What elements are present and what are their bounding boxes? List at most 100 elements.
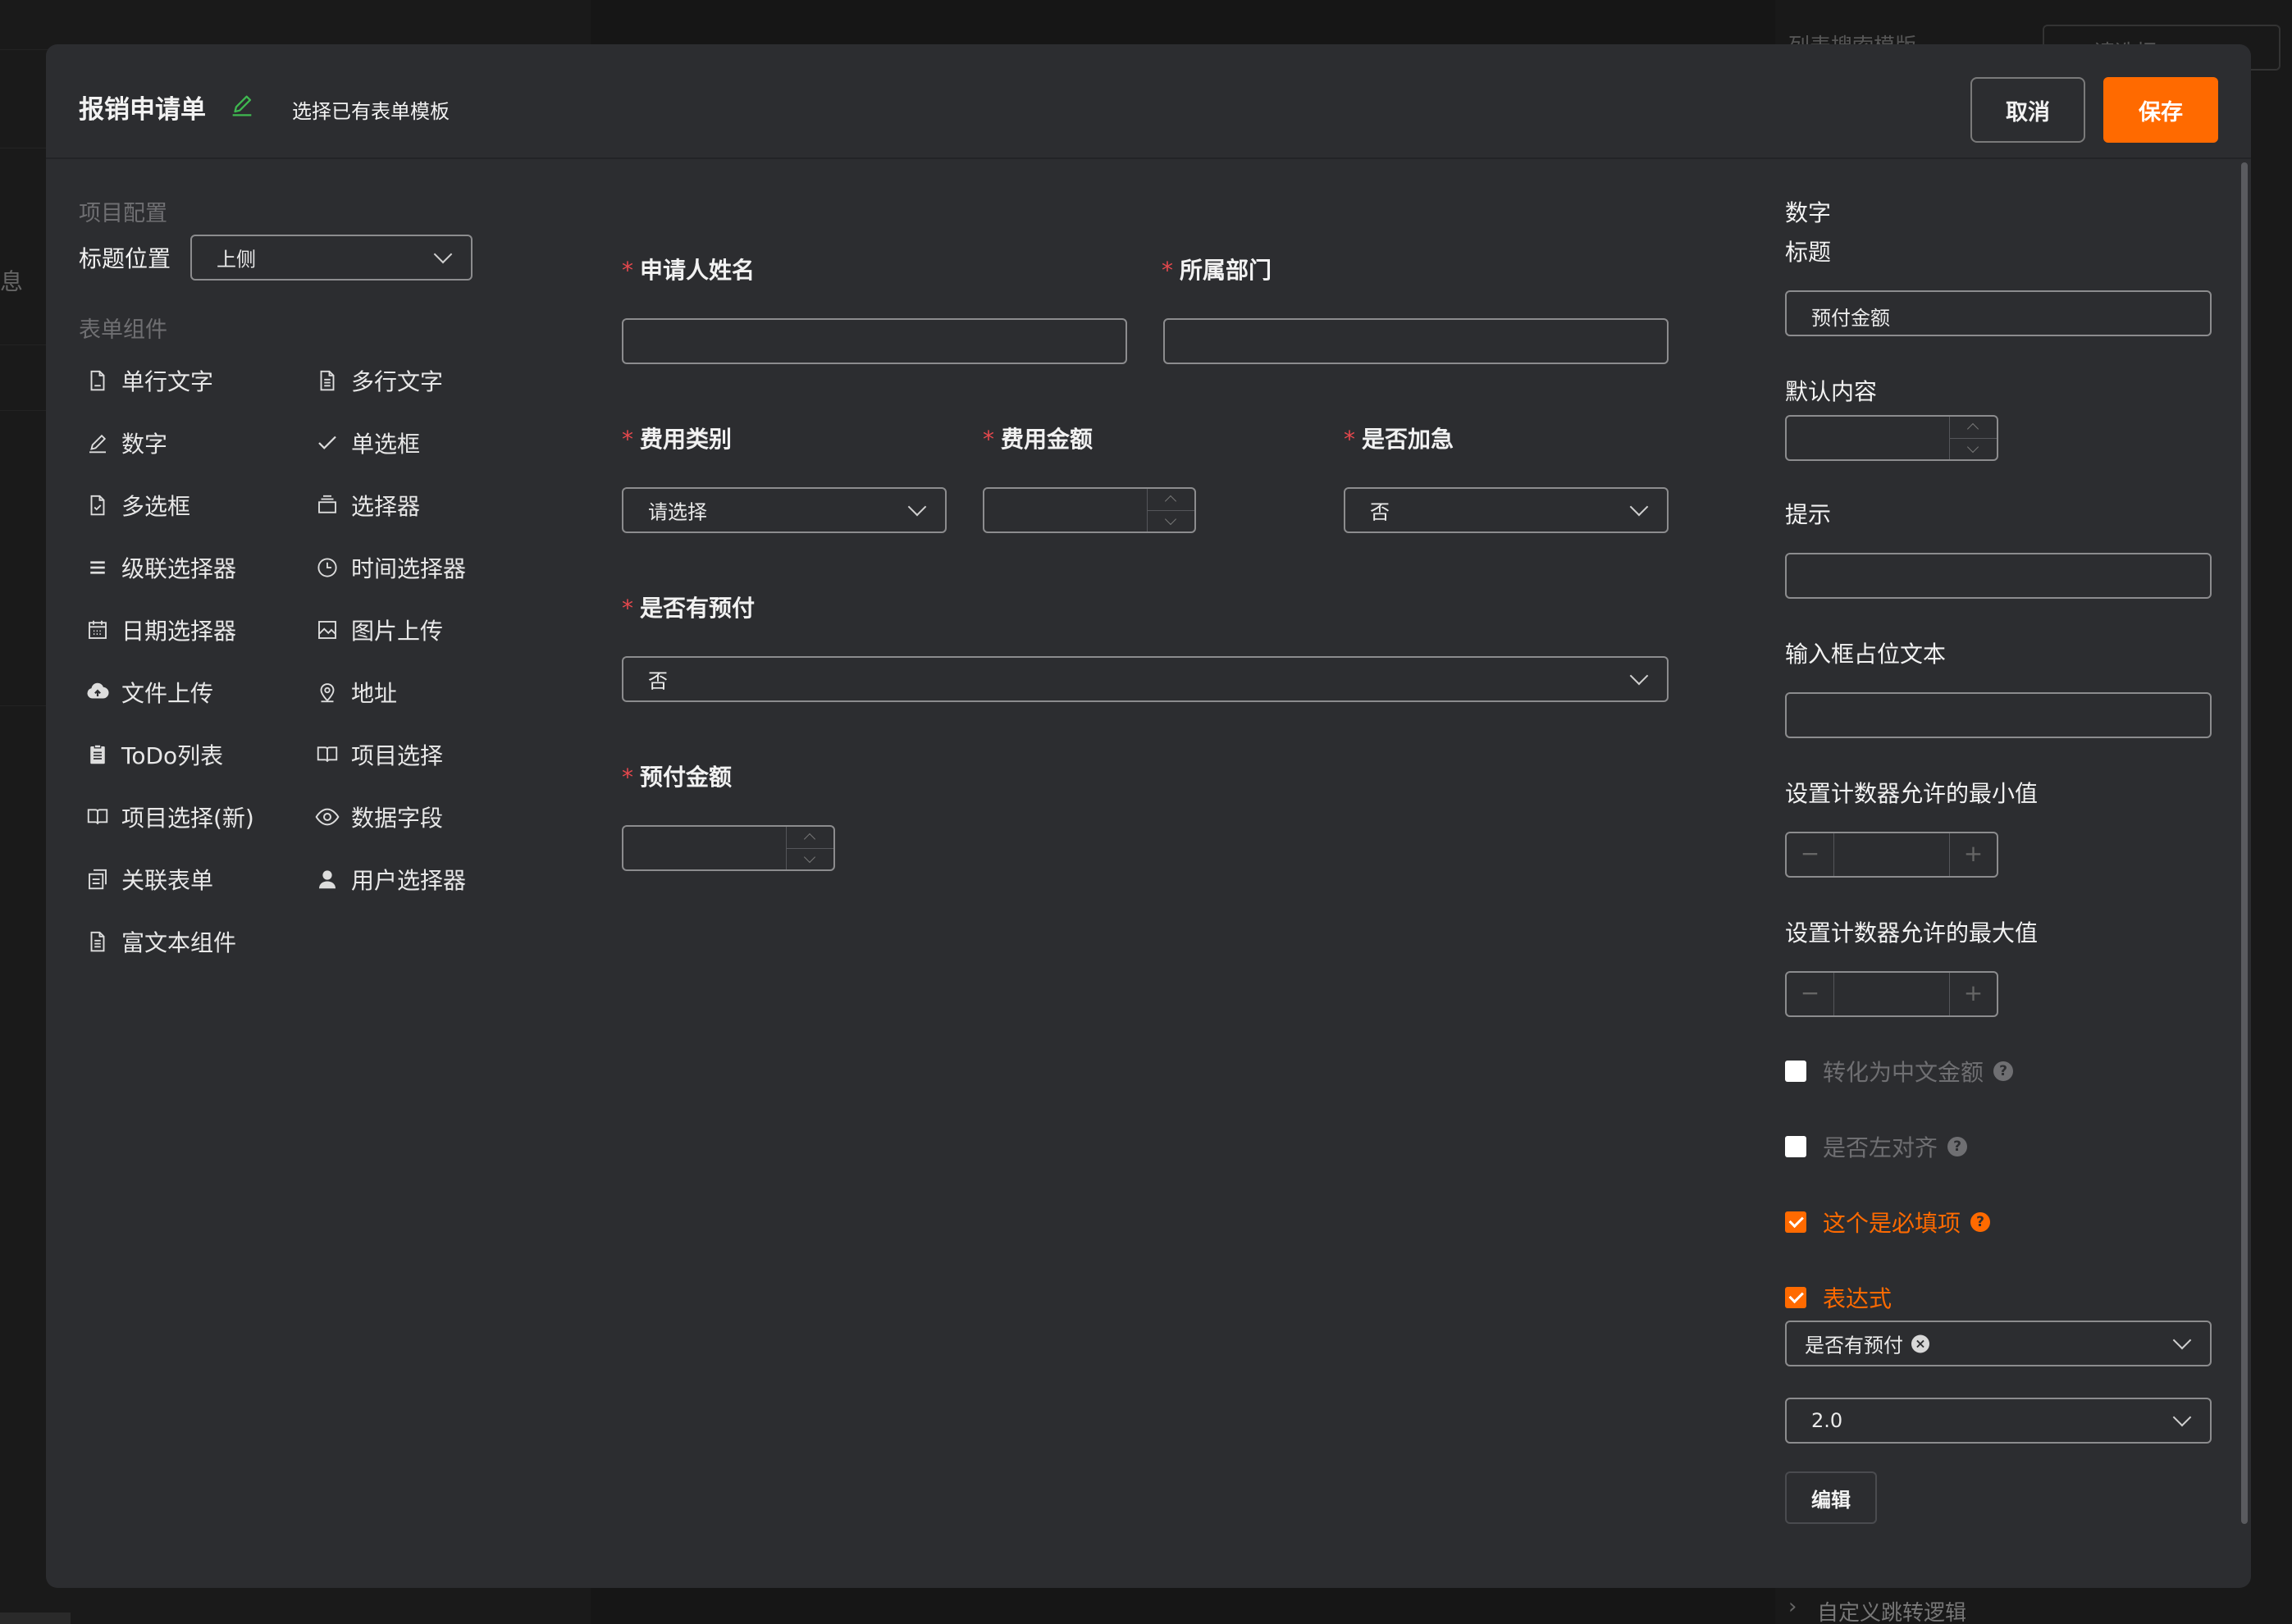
hint-input[interactable] bbox=[1785, 553, 2212, 599]
plus-button[interactable]: + bbox=[1949, 833, 1997, 876]
component-rich-text[interactable]: 富文本组件 bbox=[84, 924, 236, 960]
component-date-picker[interactable]: 日期选择器 bbox=[84, 612, 236, 648]
component-time-picker[interactable]: 时间选择器 bbox=[313, 550, 466, 586]
close-icon[interactable]: × bbox=[1911, 1334, 1929, 1353]
prepay-amount-label: * 预付金额 bbox=[622, 764, 733, 791]
components-section-title: 表单组件 bbox=[79, 317, 167, 343]
chevron-down-icon bbox=[2172, 1330, 2192, 1350]
component-checkbox[interactable]: 多选框 bbox=[84, 487, 190, 523]
min-value-stepper[interactable]: − + bbox=[1785, 832, 1998, 878]
chevron-down-icon bbox=[803, 851, 816, 864]
expense-type-select[interactable]: 请选择 bbox=[622, 487, 947, 533]
component-project-select-new[interactable]: 项目选择(新) bbox=[84, 799, 254, 835]
component-linked-form[interactable]: 关联表单 bbox=[84, 861, 213, 897]
component-type-label: 数字 bbox=[1785, 199, 1832, 226]
copy-icon bbox=[84, 865, 112, 893]
book-icon bbox=[84, 803, 112, 831]
left-align-checkbox[interactable] bbox=[1785, 1136, 1806, 1157]
user-icon bbox=[313, 865, 341, 893]
minus-button[interactable]: − bbox=[1787, 833, 1834, 876]
chevron-down-icon bbox=[2172, 1407, 2192, 1427]
max-value-stepper[interactable]: − + bbox=[1785, 971, 1998, 1017]
department-input[interactable] bbox=[1163, 318, 1669, 364]
chinese-amount-checkbox[interactable] bbox=[1785, 1061, 1806, 1082]
prepay-amount-input[interactable] bbox=[622, 825, 835, 871]
save-button[interactable]: 保存 bbox=[2103, 77, 2218, 143]
minus-button[interactable]: − bbox=[1787, 973, 1834, 1015]
number-spinner[interactable] bbox=[786, 827, 833, 869]
edit-icon[interactable] bbox=[228, 92, 256, 120]
expense-amount-input[interactable] bbox=[983, 487, 1196, 533]
required-checkbox[interactable] bbox=[1785, 1211, 1806, 1233]
required-mark: * bbox=[622, 595, 633, 622]
edit-expression-button[interactable]: 编辑 bbox=[1785, 1471, 1877, 1524]
component-label: 图片上传 bbox=[351, 618, 444, 645]
component-label: 地址 bbox=[351, 680, 398, 707]
component-user-selector[interactable]: 用户选择器 bbox=[313, 861, 466, 897]
background-bottom-link: 自定义跳转逻辑 bbox=[1817, 1601, 1967, 1624]
required-mark: * bbox=[983, 426, 994, 453]
component-label: 多行文字 bbox=[351, 368, 444, 395]
default-content-input[interactable] bbox=[1785, 415, 1998, 461]
expression-tag-label: 是否有预付 bbox=[1805, 1334, 1903, 1357]
required-mark: * bbox=[622, 764, 633, 791]
select-template-link[interactable]: 选择已有表单模板 bbox=[292, 95, 450, 124]
title-property-input[interactable]: 预付金额 bbox=[1785, 290, 2212, 336]
expression-checkbox[interactable] bbox=[1785, 1287, 1806, 1308]
component-multi-line-text[interactable]: 多行文字 bbox=[313, 363, 443, 399]
expression-version-value: 2.0 bbox=[1811, 1409, 1843, 1432]
default-content-label: 默认内容 bbox=[1785, 378, 1878, 405]
component-address[interactable]: 地址 bbox=[313, 674, 397, 710]
component-cascader[interactable]: 级联选择器 bbox=[84, 550, 236, 586]
chinese-amount-option[interactable]: 转化为中文金额 ? bbox=[1785, 1055, 2014, 1088]
component-label: 多选框 bbox=[121, 493, 191, 520]
expression-tag: 是否有预付 × bbox=[1805, 1330, 1929, 1358]
expression-version-select[interactable]: 2.0 bbox=[1785, 1398, 2212, 1444]
component-selector[interactable]: 选择器 bbox=[313, 487, 420, 523]
cancel-button[interactable]: 取消 bbox=[1970, 77, 2085, 143]
check-icon bbox=[313, 429, 341, 457]
expression-field-select[interactable]: 是否有预付 × bbox=[1785, 1321, 2212, 1366]
has-prepay-select[interactable]: 否 bbox=[622, 656, 1669, 702]
component-label: 富文本组件 bbox=[121, 929, 237, 956]
placeholder-text-input[interactable] bbox=[1785, 692, 2212, 738]
component-label: 数字 bbox=[121, 431, 168, 458]
location-icon bbox=[313, 678, 341, 706]
scrollbar-thumb[interactable] bbox=[2241, 162, 2248, 1524]
required-mark: * bbox=[622, 426, 633, 453]
help-icon[interactable]: ? bbox=[1970, 1212, 1991, 1232]
expression-label: 表达式 bbox=[1823, 1285, 1892, 1312]
urgent-select[interactable]: 否 bbox=[1344, 487, 1669, 533]
component-image-upload[interactable]: 图片上传 bbox=[313, 612, 443, 648]
background-left-char: 息 bbox=[0, 268, 24, 295]
help-icon[interactable]: ? bbox=[1993, 1061, 2014, 1081]
applicant-name-input[interactable] bbox=[622, 318, 1127, 364]
component-label: 用户选择器 bbox=[351, 867, 467, 894]
component-project-select[interactable]: 项目选择 bbox=[313, 737, 443, 773]
component-label: ToDo列表 bbox=[121, 742, 224, 769]
applicant-name-label: * 申请人姓名 bbox=[622, 257, 756, 284]
required-option[interactable]: 这个是必填项 ? bbox=[1785, 1206, 1991, 1239]
component-file-upload[interactable]: 文件上传 bbox=[84, 674, 213, 710]
number-spinner[interactable] bbox=[1147, 489, 1194, 531]
clock-icon bbox=[313, 554, 341, 582]
left-align-option[interactable]: 是否左对齐 ? bbox=[1785, 1130, 1968, 1163]
right-panel-scrollbar[interactable] bbox=[2241, 162, 2248, 1580]
component-single-line-text[interactable]: 单行文字 bbox=[84, 363, 213, 399]
left-align-label: 是否左对齐 bbox=[1823, 1134, 1938, 1161]
component-radio[interactable]: 单选框 bbox=[313, 425, 420, 461]
required-mark: * bbox=[1344, 426, 1355, 453]
document-icon bbox=[84, 367, 112, 395]
expression-option[interactable]: 表达式 bbox=[1785, 1281, 1892, 1314]
chevron-down-icon bbox=[1164, 513, 1177, 526]
component-data-field[interactable]: 数据字段 bbox=[313, 799, 443, 835]
help-icon[interactable]: ? bbox=[1947, 1137, 1968, 1156]
department-label: * 所属部门 bbox=[1162, 257, 1272, 284]
form-title: 报销申请单 bbox=[79, 95, 206, 125]
number-spinner[interactable] bbox=[1949, 417, 1997, 459]
component-number[interactable]: 数字 bbox=[84, 425, 167, 461]
chevron-down-icon bbox=[1629, 497, 1649, 517]
plus-button[interactable]: + bbox=[1949, 973, 1997, 1015]
title-position-select[interactable]: 上侧 bbox=[190, 235, 473, 281]
component-todo-list[interactable]: ToDo列表 bbox=[84, 737, 223, 773]
